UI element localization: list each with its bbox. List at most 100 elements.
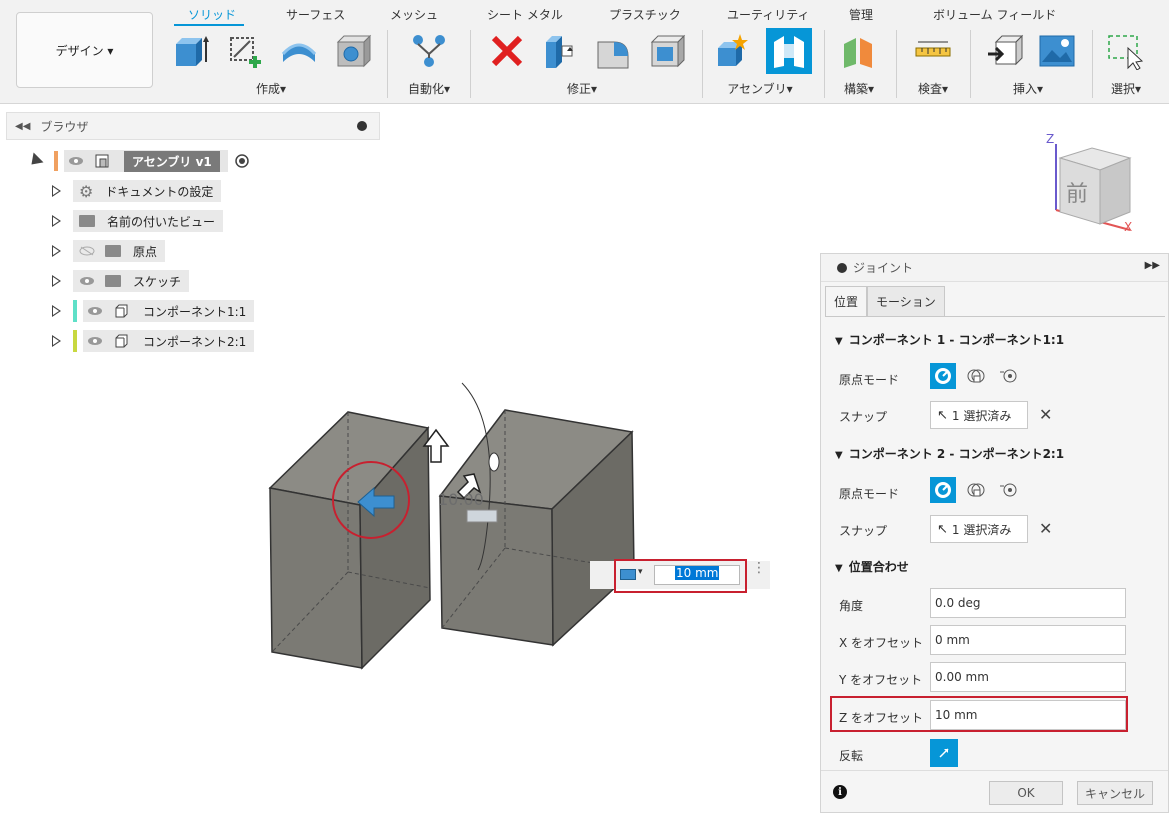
flip-icon <box>939 748 949 758</box>
browser-root-row[interactable]: アセンブリ v1 <box>26 150 250 172</box>
root-component-name[interactable]: アセンブリ v1 <box>124 150 220 172</box>
x-offset-input[interactable]: 0 mm <box>930 625 1126 655</box>
origin-mode-between-button[interactable] <box>963 363 989 389</box>
origin-two-edge-icon <box>1000 369 1017 383</box>
group-divider <box>387 30 388 98</box>
browser-item-named-views[interactable]: 名前の付いたビュー <box>52 210 224 232</box>
expand-arrow-icon[interactable] <box>52 335 61 347</box>
new-sketch-icon[interactable] <box>226 32 264 70</box>
measure-icon[interactable] <box>914 32 952 70</box>
browser-item-label: コンポーネント1:1 <box>143 304 247 319</box>
flip-button[interactable] <box>930 739 958 767</box>
create-group-label[interactable]: 作成▾ <box>256 80 286 97</box>
y-offset-label: Y をオフセット <box>839 673 923 687</box>
rotate-handle[interactable] <box>488 452 500 472</box>
visibility-eye-icon[interactable] <box>68 156 84 166</box>
select-group-label[interactable]: 選択▾ <box>1111 80 1141 97</box>
dimension-input-highlight <box>614 559 747 593</box>
axis-x-label: X <box>1124 220 1133 234</box>
inspect-group-label[interactable]: 検査▾ <box>918 80 948 97</box>
expand-arrow-icon[interactable] <box>52 245 61 257</box>
insert-canvas-icon[interactable] <box>1038 32 1076 70</box>
viewcube[interactable]: Z X 前 <box>1040 130 1140 240</box>
hole-icon[interactable] <box>334 32 372 70</box>
workspace-switcher-button[interactable]: デザイン ▾ <box>16 12 153 88</box>
browser-item-component-1[interactable]: コンポーネント1:1 <box>52 300 255 322</box>
component-1-section-header[interactable]: コンポーネント 1 - コンポーネント1:1 <box>835 331 1064 348</box>
dialog-pin-icon[interactable] <box>837 262 847 273</box>
revolve-icon[interactable] <box>280 32 318 70</box>
pin-browser-icon[interactable] <box>357 121 367 131</box>
assemble-group-label[interactable]: アセンブリ▾ <box>727 80 792 97</box>
origin-mode-two-edge-button[interactable] <box>995 477 1021 503</box>
expand-arrow-icon[interactable] <box>52 185 61 197</box>
modify-group-label[interactable]: 修正▾ <box>567 80 597 97</box>
clear-selection-1-button[interactable]: ✕ <box>1039 405 1052 424</box>
delete-icon[interactable] <box>488 32 526 70</box>
snap-selection-2[interactable]: ↖ 1 選択済み <box>930 515 1028 543</box>
component-1-front-face[interactable] <box>269 487 363 669</box>
visibility-eye-icon[interactable] <box>79 276 95 286</box>
tab-motion[interactable]: モーション <box>867 286 945 316</box>
select-icon[interactable] <box>1106 32 1144 70</box>
component-2-section-header[interactable]: コンポーネント 2 - コンポーネント2:1 <box>835 445 1064 462</box>
collapse-browser-icon[interactable]: ◀◀ <box>15 121 30 132</box>
shell-icon[interactable] <box>648 32 686 70</box>
extrude-icon[interactable] <box>172 32 210 70</box>
browser-item-document-settings[interactable]: ⚙ ドキュメントの設定 <box>52 180 222 202</box>
tab-sheet-metal[interactable]: シート メタル <box>487 6 563 23</box>
browser-item-component-2[interactable]: コンポーネント2:1 <box>52 330 255 352</box>
insert-group-label[interactable]: 挿入▾ <box>1013 80 1043 97</box>
cancel-button[interactable]: キャンセル <box>1077 781 1153 805</box>
tab-mesh[interactable]: メッシュ <box>390 6 438 23</box>
expand-arrow-icon[interactable] <box>52 275 61 287</box>
insert-derive-icon[interactable] <box>986 32 1024 70</box>
snap-selection-1[interactable]: ↖ 1 選択済み <box>930 401 1028 429</box>
automate-group-label[interactable]: 自動化▾ <box>408 80 450 97</box>
construct-group-label[interactable]: 構築▾ <box>844 80 874 97</box>
joint-icon[interactable] <box>766 28 812 74</box>
viewcube-front-face[interactable]: 前 <box>1066 176 1088 208</box>
origin-simple-icon <box>935 368 951 384</box>
origin-mode-simple-button[interactable] <box>930 477 956 503</box>
origin-two-edge-icon <box>1000 483 1017 497</box>
automate-icon[interactable] <box>410 32 448 70</box>
tab-manage[interactable]: 管理 <box>849 6 873 23</box>
origin-mode-simple-button[interactable] <box>930 363 956 389</box>
expand-dialog-icon[interactable]: ▶▶ <box>1145 260 1160 271</box>
clear-selection-2-button[interactable]: ✕ <box>1039 519 1052 538</box>
angle-input[interactable]: 0.0 deg <box>930 588 1126 618</box>
visibility-eye-icon[interactable] <box>87 306 103 316</box>
expand-arrow-icon[interactable] <box>52 215 61 227</box>
activate-radio-icon[interactable] <box>234 153 250 169</box>
tab-surface[interactable]: サーフェス <box>286 6 345 23</box>
joint-dialog: ジョイント ▶▶ 位置 モーション コンポーネント 1 - コンポーネント1:1… <box>820 253 1169 813</box>
more-options-icon[interactable]: ⋮ <box>752 561 766 575</box>
origin-between-icon <box>967 369 985 383</box>
fillet-icon[interactable] <box>594 32 632 70</box>
ok-button[interactable]: OK <box>989 781 1063 805</box>
y-offset-input[interactable]: 0.00 mm <box>930 662 1126 692</box>
cursor-arrow-icon: ↖ <box>937 521 948 537</box>
hidden-eye-icon[interactable] <box>79 246 95 256</box>
new-component-icon[interactable] <box>714 32 752 70</box>
tab-position[interactable]: 位置 <box>825 286 868 316</box>
expand-arrow-icon[interactable] <box>52 305 61 317</box>
snap-selection-text: 1 選択済み <box>951 408 1012 423</box>
tab-utilities[interactable]: ユーティリティ <box>727 6 810 23</box>
info-icon[interactable]: i <box>833 785 847 799</box>
tab-solid[interactable]: ソリッド <box>188 6 236 23</box>
expand-arrow-icon[interactable] <box>26 152 44 170</box>
tab-plastic[interactable]: プラスチック <box>609 6 681 23</box>
folder-icon <box>105 245 121 257</box>
offset-plane-icon[interactable] <box>840 32 878 70</box>
press-pull-icon[interactable] <box>540 32 578 70</box>
joint-dialog-header: ジョイント ▶▶ <box>821 254 1168 282</box>
alignment-section-header[interactable]: 位置合わせ <box>835 558 909 575</box>
visibility-eye-icon[interactable] <box>87 336 103 346</box>
browser-item-origin[interactable]: 原点 <box>52 240 166 262</box>
origin-mode-between-button[interactable] <box>963 477 989 503</box>
browser-item-sketches[interactable]: スケッチ <box>52 270 190 292</box>
tab-volume-field[interactable]: ボリューム フィールド <box>933 6 1056 23</box>
origin-mode-two-edge-button[interactable] <box>995 363 1021 389</box>
